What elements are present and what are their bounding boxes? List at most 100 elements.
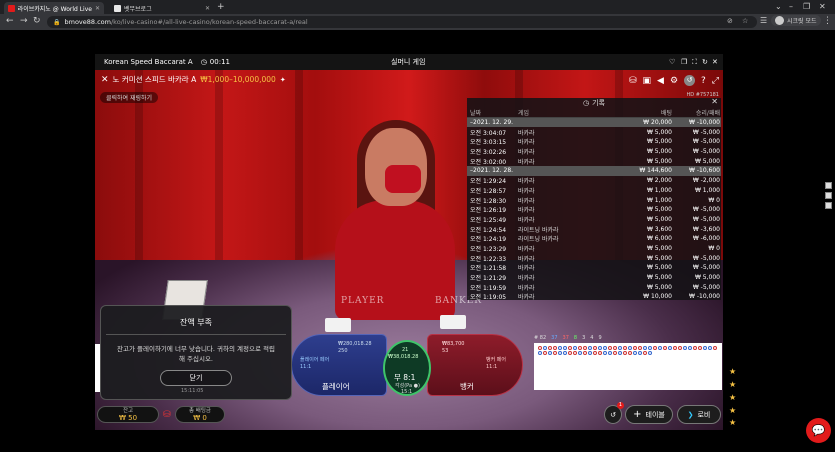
blog-favicon-icon <box>114 4 121 12</box>
bead <box>617 345 622 350</box>
close-tab-icon[interactable]: ✕ <box>95 5 100 12</box>
row-time: 오전 1:23:29 <box>470 245 507 253</box>
refresh-icon[interactable]: ↻ <box>702 58 708 66</box>
close-dialog-button[interactable]: 닫기 <box>160 370 232 387</box>
player-bet-spot[interactable]: 플레이어 페어 11:1 ₩280,018.28 250 플레이어 <box>291 334 387 396</box>
bead <box>677 345 682 350</box>
bead <box>702 345 707 350</box>
player-count: 250 <box>338 348 348 354</box>
side-widget-2[interactable] <box>825 192 832 199</box>
tie-count: 21 <box>402 347 409 353</box>
close-game-icon[interactable]: ✕ <box>712 58 718 66</box>
close-history-icon[interactable]: ✕ <box>711 97 718 106</box>
history-row[interactable]: 오전 1:24:19 라이트닝 바카라 ₩ 6,000 ₩ -6,000 <box>467 234 721 244</box>
help-icon[interactable]: ? <box>701 76 706 86</box>
history-row[interactable]: 오전 1:24:54 라이트닝 바카라 ₩ 3,600 ₩ -3,600 <box>467 224 721 234</box>
row-bet: ₩ 5,000 <box>646 128 672 136</box>
history-row[interactable]: 오전 3:04:07 바카라 ₩ 5,000 ₩ -5,000 <box>467 127 721 137</box>
lobby-button[interactable]: ❯ 로비 <box>677 405 721 424</box>
minimize-icon[interactable]: – <box>789 2 793 11</box>
row-bet: ₩ 5,000 <box>646 283 672 291</box>
row-game: 바카라 <box>518 216 535 224</box>
camera-icon[interactable]: ▣ <box>643 76 652 86</box>
dialog-title: 잔액 부족 <box>180 318 212 327</box>
incognito-eye-icon[interactable]: ⊘ <box>727 17 733 25</box>
tab-betmove-blog[interactable]: 벳무브로그 ✕ <box>110 2 214 14</box>
row-game: 바카라 <box>518 284 535 292</box>
history-row[interactable]: 오전 3:02:00 바카라 ₩ 5,000 ₩ 5,000 <box>467 156 721 166</box>
bead <box>602 345 607 350</box>
settings-icon[interactable]: ⚙ <box>670 76 678 86</box>
history-date-row[interactable]: –2021. 12. 28. ₩ 144,600 ₩ -10,600 <box>467 166 721 176</box>
close-tab-icon[interactable]: ✕ <box>205 5 210 12</box>
history-row[interactable]: 오전 1:21:58 바카라 ₩ 5,000 ₩ -5,000 <box>467 263 721 273</box>
back-icon[interactable]: ← <box>6 16 14 26</box>
history-row[interactable]: 오전 1:26:19 바카라 ₩ 5,000 ₩ -5,000 <box>467 205 721 215</box>
favorite-icon[interactable]: ♡ <box>669 58 675 66</box>
reload-icon[interactable]: ↻ <box>33 16 41 26</box>
history-row[interactable]: 오전 3:02:26 바카라 ₩ 5,000 ₩ -5,000 <box>467 147 721 157</box>
bead <box>582 345 587 350</box>
tables-button[interactable]: + 테이블 <box>625 405 673 424</box>
profile-button[interactable]: 시크릿 모드 <box>771 15 821 26</box>
stat-other: 9 <box>598 334 602 341</box>
history-row[interactable]: 오전 3:03:15 바카라 ₩ 5,000 ₩ -5,000 <box>467 137 721 147</box>
history-icon[interactable]: ↺ <box>684 75 696 86</box>
row-time: 오전 3:02:26 <box>470 149 507 157</box>
history-row[interactable]: 오전 1:29:24 바카라 ₩ 2,000 ₩ -2,000 <box>467 176 721 186</box>
close-icon[interactable]: ✕ <box>101 75 109 85</box>
history-row[interactable]: 오전 1:28:57 바카라 ₩ 1,000 ₩ 1,000 <box>467 186 721 196</box>
tab-live-casino[interactable]: 라이브카지노 @ World Live | Bo ✕ <box>4 2 104 14</box>
game-header: Korean Speed Baccarat A ◷ 00:11 실머니 게임 ♡… <box>95 54 723 70</box>
history-row[interactable]: 오전 1:28:30 바카라 ₩ 1,000 ₩ 0 <box>467 195 721 205</box>
history-row[interactable]: 오전 1:22:33 바카라 ₩ 5,000 ₩ -5,000 <box>467 253 721 263</box>
star-icon[interactable]: ★ <box>729 367 736 376</box>
star-icon[interactable]: ★ <box>729 393 736 402</box>
pin-icon[interactable]: ✦ <box>280 76 286 84</box>
star-icon[interactable]: ★ <box>729 418 736 427</box>
bead <box>627 350 632 355</box>
group-bet-total: ₩ 20,000 <box>643 119 672 127</box>
banker-bet-spot[interactable]: 뱅커 페어 11:1 ₩83,700 53 뱅커 <box>427 334 523 396</box>
bet-limits[interactable]: ₩1,000–10,000,000 <box>200 75 276 84</box>
row-result: ₩ 5,000 <box>694 157 720 165</box>
row-game: 바카라 <box>518 158 535 166</box>
fullscreen-icon[interactable]: ⛶ <box>692 58 697 67</box>
star-icon[interactable]: ★ <box>729 406 736 415</box>
url-bar[interactable]: 🔒 bmove88.com/ko/live-casino#/all-live-c… <box>47 16 757 28</box>
popout-icon[interactable]: ❐ <box>681 58 687 66</box>
history-date-row[interactable]: –2021. 12. 29. ₩ 20,000 ₩ -10,000 <box>467 117 721 128</box>
new-tab-icon[interactable]: + <box>217 2 225 12</box>
browser-menu-icon[interactable]: ⋮ <box>823 16 832 26</box>
bead <box>612 345 617 350</box>
bookmark-star-icon[interactable]: ☆ <box>742 17 748 25</box>
reconnect-hint[interactable]: 클릭하여 재링하기 <box>100 92 159 103</box>
star-icon[interactable]: ★ <box>729 380 736 389</box>
row-time: 오전 1:26:19 <box>470 207 507 215</box>
history-row[interactable]: 오전 1:19:05 바카라 ₩ 10,000 ₩ -10,000 <box>467 292 721 302</box>
forward-icon[interactable]: → <box>20 16 28 26</box>
total-bet-value: ₩ 0 <box>193 414 207 422</box>
expand-icon[interactable]: ⤢ <box>712 76 719 86</box>
close-window-icon[interactable]: ✕ <box>819 2 826 11</box>
bead <box>547 345 552 350</box>
col-result: 승리/패배 <box>695 110 720 117</box>
history-row[interactable]: 오전 1:19:59 바카라 ₩ 5,000 ₩ -5,000 <box>467 282 721 292</box>
row-bet: ₩ 5,000 <box>646 157 672 165</box>
restore-icon[interactable]: ❐ <box>803 2 810 11</box>
felt-player-text: PLAYER <box>341 296 385 306</box>
collapse-icon[interactable]: ⌄ <box>775 2 782 11</box>
history-row[interactable]: 오전 1:23:29 바카라 ₩ 5,000 ₩ 0 <box>467 244 721 254</box>
bead-road[interactable] <box>534 343 722 390</box>
bead <box>612 350 617 355</box>
reading-list-icon[interactable]: ☰ <box>760 16 767 25</box>
live-chat-button[interactable]: 💬 <box>806 418 831 443</box>
volume-icon[interactable]: ◀ <box>657 76 664 86</box>
chips-icon[interactable]: ⛁ <box>629 76 637 86</box>
bonus-odds: 15:1 <box>401 389 413 395</box>
history-row[interactable]: 오전 1:21:29 바카라 ₩ 5,000 ₩ 5,000 <box>467 273 721 283</box>
history-row[interactable]: 오전 1:25:49 바카라 ₩ 5,000 ₩ -5,000 <box>467 215 721 225</box>
side-widget-3[interactable] <box>825 202 832 209</box>
curtain-fold <box>215 70 223 290</box>
side-widget-1[interactable] <box>825 182 832 189</box>
